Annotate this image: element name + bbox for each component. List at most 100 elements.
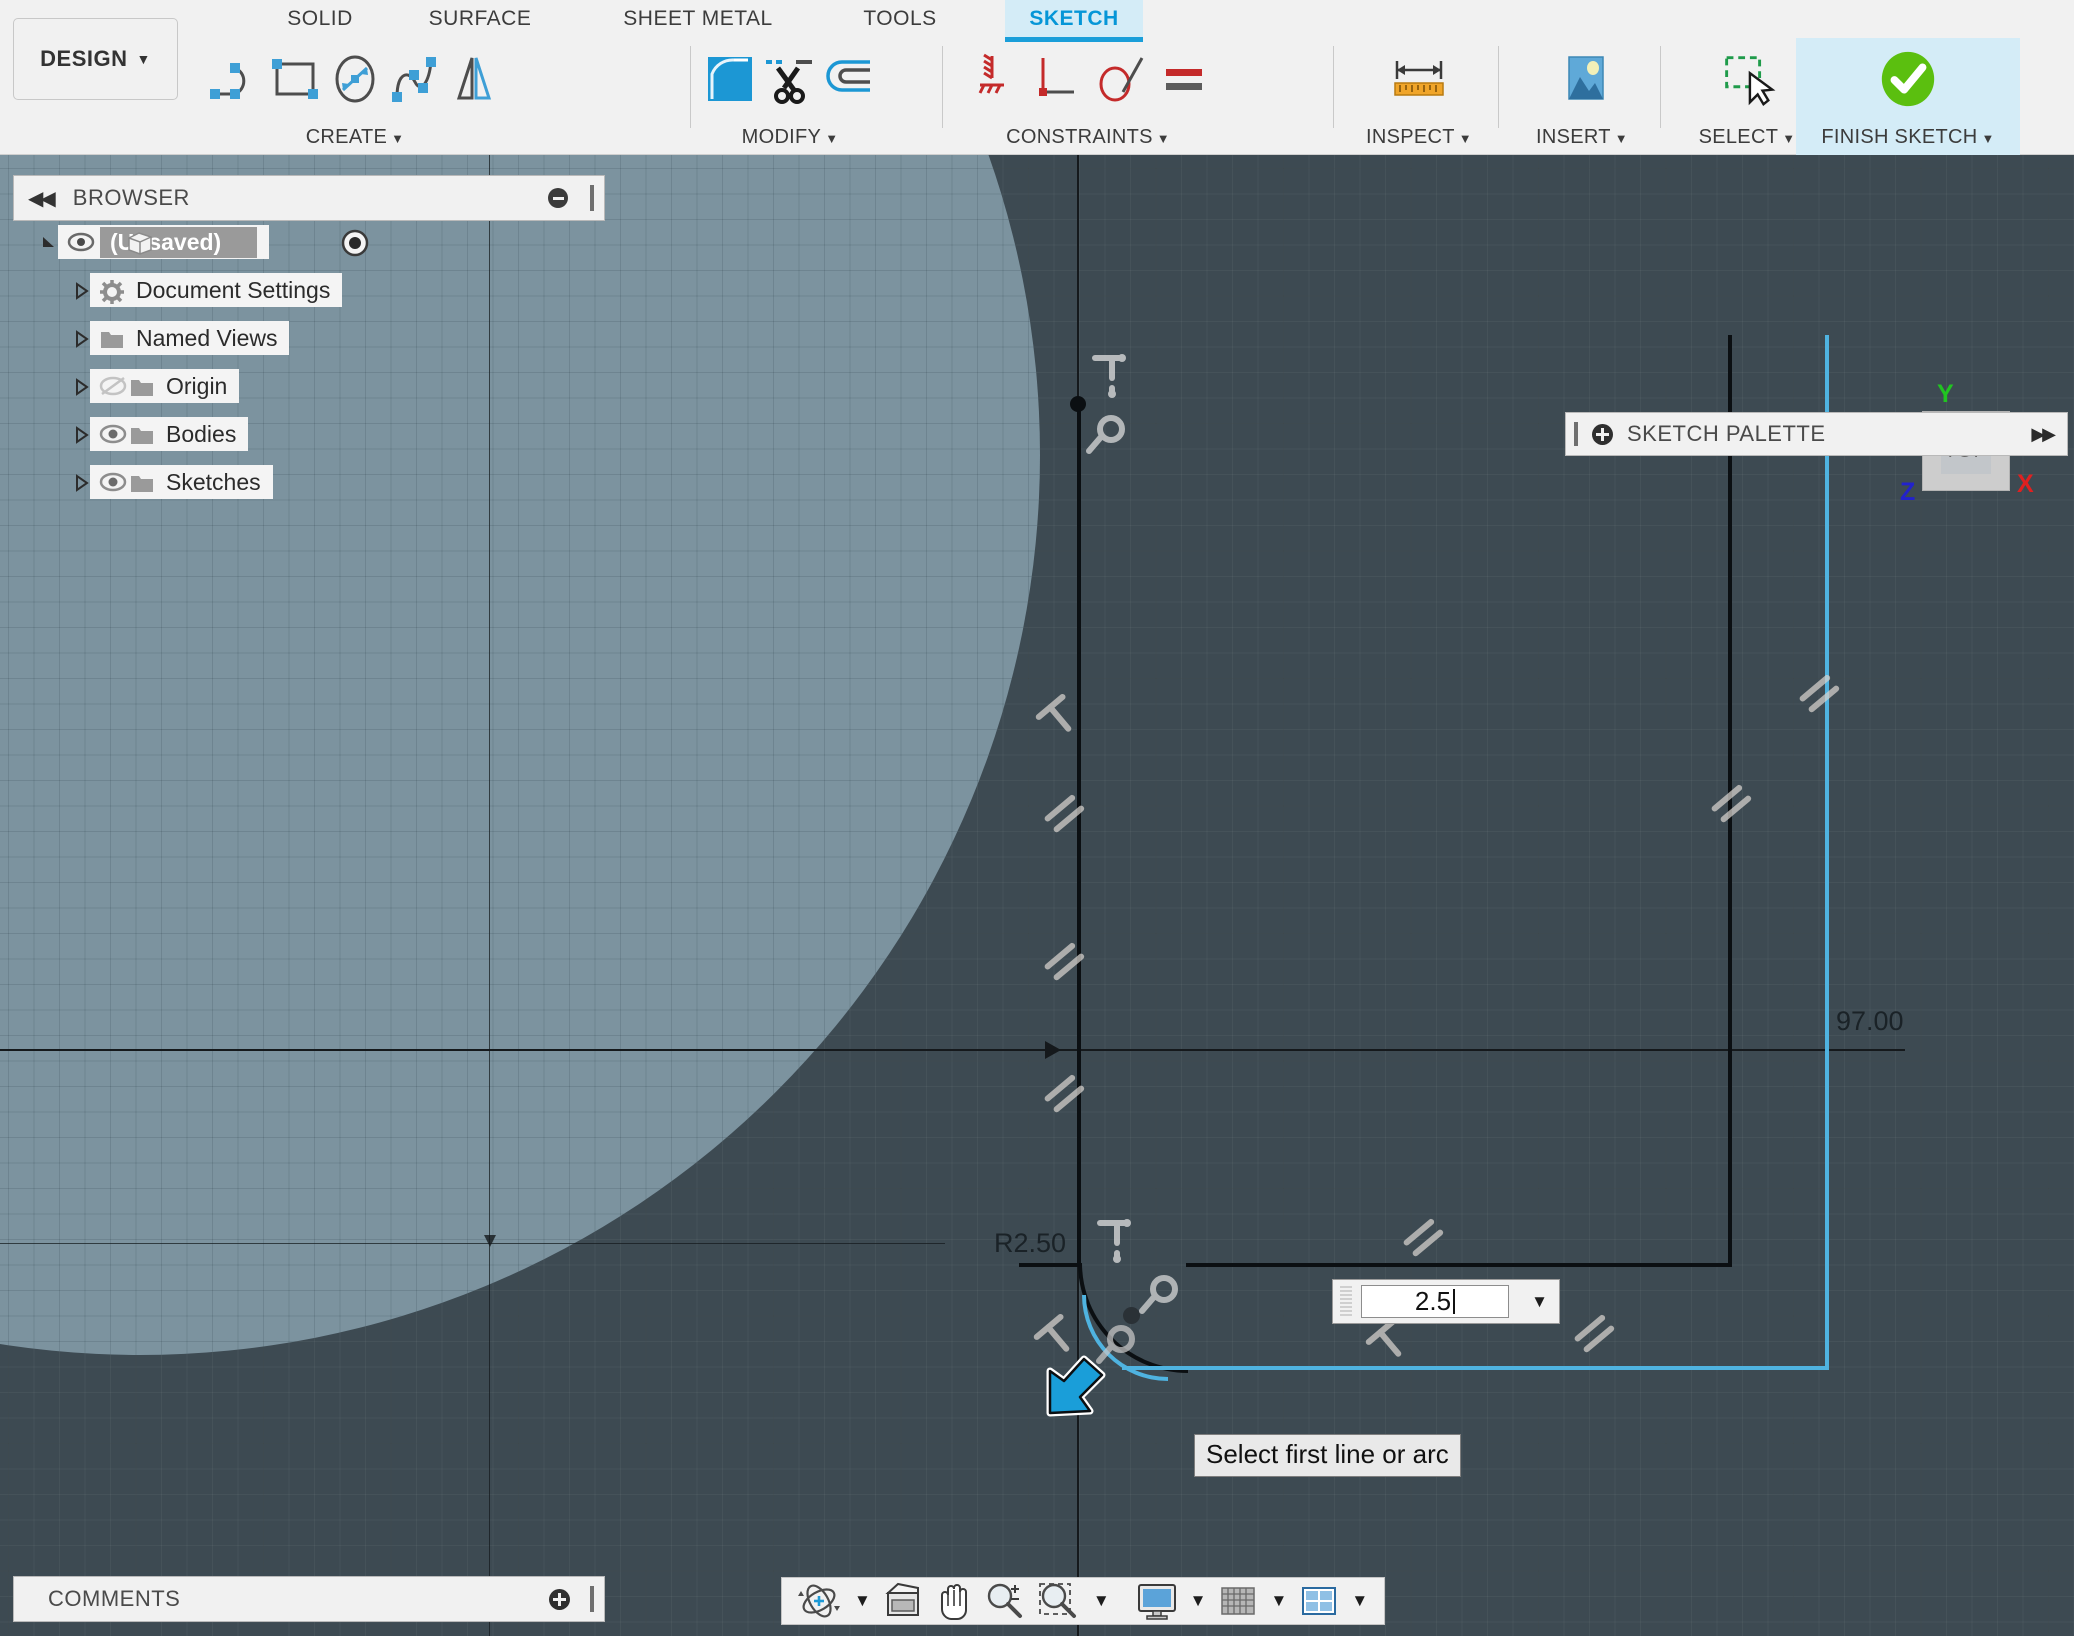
tab-surface[interactable]: SURFACE (415, 0, 545, 38)
horizontal-dimension-text[interactable]: 97.00 (1836, 1006, 1904, 1037)
chevron-down-icon[interactable]: ▼ (1345, 1591, 1374, 1611)
sketch-rectangle-icon[interactable] (265, 47, 325, 111)
collapsed-arrow-icon[interactable] (72, 377, 90, 395)
fillet-radius-input[interactable]: 2.5 (1361, 1285, 1509, 1318)
look-at-icon[interactable] (879, 1580, 927, 1622)
collapsed-arrow-icon[interactable] (72, 473, 90, 491)
ribbon-tab-row: SOLID SURFACE SHEET METAL TOOLS SKETCH (0, 0, 2074, 38)
tab-sheet-metal[interactable]: SHEET METAL (608, 0, 788, 38)
expanded-arrow-icon[interactable] (40, 233, 58, 251)
dimension-value-input[interactable]: 2.5 ▼ (1332, 1279, 1560, 1324)
zoom-icon[interactable] (979, 1580, 1031, 1622)
collapsed-arrow-icon[interactable] (72, 425, 90, 443)
display-settings-monitor-icon[interactable] (1132, 1580, 1182, 1622)
tree-row-origin-chip[interactable]: Origin (90, 369, 239, 403)
profile-line-left[interactable] (1077, 405, 1081, 1265)
green-check-icon[interactable] (1876, 47, 1940, 111)
tree-row-unsaved[interactable]: (Unsaved) (40, 225, 610, 259)
origin-x-axis (0, 1049, 1905, 1051)
insert-image-icon[interactable] (1550, 47, 1614, 111)
constraint-coincident-icon[interactable] (1085, 413, 1129, 460)
group-separator (1333, 46, 1334, 128)
tab-sketch[interactable]: SKETCH (1005, 0, 1143, 38)
chevron-down-icon: ▼ (1459, 131, 1472, 146)
eye-visible-icon[interactable] (98, 423, 128, 445)
tree-row-named-views-chip[interactable]: Named Views (90, 321, 289, 355)
tab-solid[interactable]: SOLID (265, 0, 375, 38)
active-component-radio-icon[interactable] (340, 228, 370, 263)
chevron-down-icon[interactable]: ▼ (1531, 1292, 1548, 1312)
panel-grip-icon[interactable] (590, 1586, 594, 1612)
eye-visible-icon[interactable] (66, 231, 96, 253)
ribbon-group-finish-sketch-label[interactable]: FINISH SKETCH▼ (1796, 126, 2020, 149)
constraint-tangent-icon[interactable] (1088, 47, 1152, 111)
eye-visible-icon[interactable] (98, 471, 128, 493)
drag-grip-icon[interactable] (1340, 1286, 1352, 1318)
chevron-down-icon[interactable]: ▼ (1087, 1591, 1116, 1611)
tree-row-document-settings[interactable]: Document Settings (72, 273, 610, 307)
tree-row-sketches[interactable]: Sketches (72, 465, 610, 499)
zoom-window-fit-icon[interactable] (1033, 1580, 1085, 1622)
selected-line-right[interactable] (1825, 335, 1829, 1370)
sketch-offset-icon[interactable] (820, 47, 880, 111)
ribbon-group-constraints-label[interactable]: CONSTRAINTS▼ (958, 126, 1218, 149)
constraint-coincident-icon[interactable] (1138, 1273, 1182, 1320)
chevron-down-icon[interactable]: ▼ (848, 1591, 877, 1611)
constraint-perpendicular-icon[interactable] (1090, 350, 1130, 407)
ribbon-group-inspect-label[interactable]: INSPECT▼ (1345, 126, 1493, 149)
tree-row-unsaved-chip[interactable]: (Unsaved) (58, 225, 269, 259)
measure-ruler-icon[interactable] (1387, 47, 1451, 111)
collapsed-arrow-icon[interactable] (72, 281, 90, 299)
eye-hidden-icon[interactable] (98, 375, 128, 397)
command-prompt-tooltip: Select first line or arc (1194, 1434, 1461, 1477)
ribbon-group-insert-label[interactable]: INSERT▼ (1508, 126, 1656, 149)
constraint-perpendicular-icon[interactable] (1024, 47, 1088, 111)
tab-tools[interactable]: TOOLS (845, 0, 955, 38)
sketch-point-top[interactable] (1070, 396, 1086, 412)
chevron-down-icon[interactable]: ▼ (1264, 1591, 1293, 1611)
sketch-trim-icon[interactable] (760, 47, 820, 111)
fillet-radius-dimension-text[interactable]: R2.50 (994, 1228, 1066, 1259)
double-chevron-right-icon[interactable]: ▶▶ (2031, 424, 2053, 445)
minimize-icon[interactable] (548, 188, 568, 208)
plus-circle-icon[interactable] (1592, 424, 1613, 445)
browser-panel-header[interactable]: ◀◀ BROWSER (13, 175, 605, 221)
tree-row-document-settings-chip[interactable]: Document Settings (90, 273, 342, 307)
profile-line-bottom-right[interactable] (1186, 1263, 1730, 1267)
selected-line-bottom[interactable] (1122, 1366, 1827, 1370)
ribbon-group-finish-sketch[interactable]: FINISH SKETCH▼ (1796, 38, 2020, 155)
viewports-layout-icon[interactable] (1295, 1580, 1343, 1622)
ribbon-group-create-label[interactable]: CREATE▼ (245, 126, 465, 149)
chevron-down-icon[interactable]: ▼ (1184, 1591, 1213, 1611)
orbit-icon[interactable] (792, 1580, 846, 1622)
select-window-cursor-icon[interactable] (1715, 47, 1779, 111)
tree-row-bodies[interactable]: Bodies (72, 417, 610, 451)
pan-hand-icon[interactable] (929, 1580, 977, 1622)
view-cube-axis-z: Z (1900, 478, 1915, 507)
tree-row-named-views[interactable]: Named Views (72, 321, 610, 355)
sketch-fillet-icon[interactable] (700, 47, 760, 111)
constraint-perpendicular-icon[interactable] (1095, 1215, 1135, 1272)
plus-circle-icon[interactable] (549, 1589, 570, 1610)
tree-row-bodies-chip[interactable]: Bodies (90, 417, 248, 451)
sketch-mirror-icon[interactable] (445, 47, 505, 111)
workspace-switcher-button[interactable]: DESIGN ▼ (13, 18, 178, 100)
tree-row-sketches-chip[interactable]: Sketches (90, 465, 273, 499)
grid-snaps-icon[interactable] (1214, 1580, 1262, 1622)
profile-line-left-extension[interactable] (1019, 1263, 1081, 1267)
panel-grip-icon[interactable] (590, 185, 594, 211)
tree-row-origin[interactable]: Origin (72, 369, 610, 403)
double-chevron-left-icon[interactable]: ◀◀ (28, 186, 53, 211)
folder-icon (98, 327, 126, 349)
panel-grip-icon[interactable] (1574, 422, 1578, 446)
comments-panel-header[interactable]: COMMENTS (13, 1576, 605, 1622)
sketch-line-icon[interactable] (205, 47, 265, 111)
fillet-radius-input-value: 2.5 (1415, 1286, 1451, 1317)
ribbon-group-modify-label[interactable]: MODIFY▼ (700, 126, 880, 149)
sketch-circle-icon[interactable] (325, 47, 385, 111)
sketch-palette-header[interactable]: SKETCH PALETTE ▶▶ (1565, 412, 2068, 456)
collapsed-arrow-icon[interactable] (72, 329, 90, 347)
constraint-equal-icon[interactable] (1152, 47, 1216, 111)
sketch-spline-icon[interactable] (385, 47, 445, 111)
constraint-fix-icon[interactable] (960, 47, 1024, 111)
